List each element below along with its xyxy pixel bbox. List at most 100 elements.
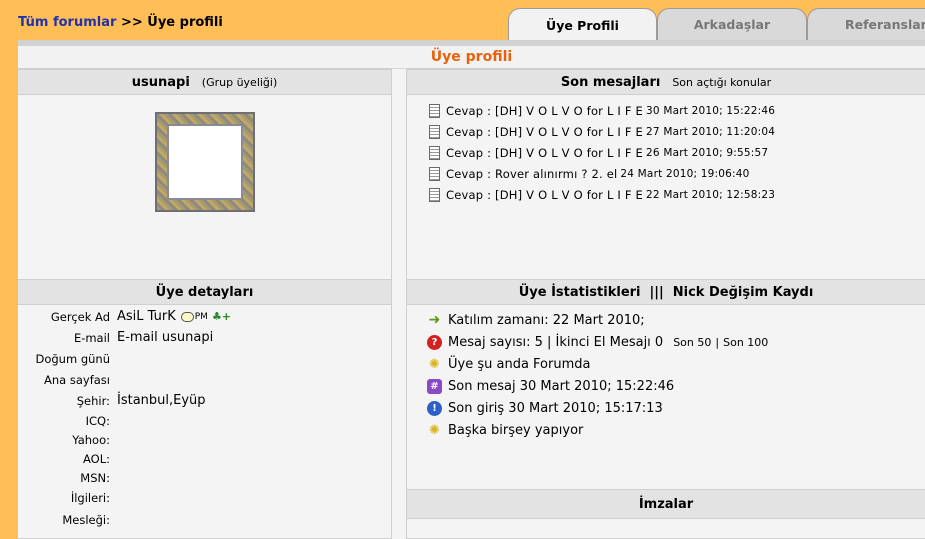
panel-title: Üye profili [18, 46, 925, 69]
details-row-real-name: Gerçek Ad AsiL TurK PM ♣+ [18, 306, 391, 327]
last-50-link[interactable]: Son 50 [673, 336, 711, 349]
document-icon [429, 145, 440, 160]
message-date: 27 Mart 2010; 11:20:04 [646, 125, 776, 138]
stat-last-login: ! Son giriş 30 Mart 2010; 15:17:13 [427, 397, 768, 419]
details-label: ICQ: [85, 413, 110, 428]
lightbulb-icon: ✺ [429, 356, 440, 372]
details-label: Doğum günü [35, 351, 110, 366]
message-date: 30 Mart 2010; 15:22:46 [646, 104, 776, 117]
details-label: E-mail [73, 330, 110, 345]
add-friend-icon[interactable]: ♣+ [212, 310, 231, 323]
document-icon [429, 187, 440, 202]
left-column: usunapi (Grup üyeliği) Üye detayları Ger… [18, 68, 392, 539]
opened-topics-link[interactable]: Son açtığı konular [672, 76, 771, 89]
email-link[interactable]: E-mail usunapi [117, 330, 213, 345]
list-item[interactable]: Cevap : [DH] V O L V O for L I F E 26 Ma… [429, 142, 775, 163]
signatures-title: İmzalar [638, 496, 694, 512]
info-icon: ! [427, 400, 442, 416]
details-row-occupation: Mesleği: [18, 509, 391, 531]
tab-referanslar[interactable]: Referanslar [807, 8, 925, 40]
message-link[interactable]: Cevap : Rover alınırmı ? 2. el [446, 167, 617, 181]
breadcrumb: Tüm forumlar >> Üye profili [18, 15, 223, 30]
message-link[interactable]: Cevap : [DH] V O L V O for L I F E [446, 125, 643, 139]
stat-activity-text: Başka birşey yapıyor [448, 422, 584, 438]
hash-icon: # [427, 378, 442, 394]
lightbulb-icon: ✺ [429, 422, 440, 438]
details-label: Ana sayfası [44, 372, 110, 387]
document-icon [429, 124, 440, 139]
avatar-image-area [167, 124, 243, 200]
messages-title: Son mesajları [560, 74, 661, 90]
stat-last-message-text: Son mesaj 30 Mart 2010; 15:22:46 [448, 378, 675, 394]
tab-uye-profili[interactable]: Üye Profili [508, 8, 657, 41]
details-row-msn: MSN: [18, 468, 391, 487]
stats-header-separator: ||| [649, 284, 664, 300]
details-value: AsiL TurK PM ♣+ [117, 309, 231, 324]
send-pm-icon[interactable]: PM [180, 311, 208, 322]
signatures-header: İmzalar [407, 489, 925, 519]
stat-joined-text: Katılım zamanı: 22 Mart 2010; [448, 312, 645, 328]
stat-message-count: ? Mesaj sayısı: 5 | İkinci El Mesajı 0 S… [427, 331, 768, 353]
list-item[interactable]: Cevap : [DH] V O L V O for L I F E 22 Ma… [429, 184, 775, 205]
details-row-email: E-mail E-mail usunapi [18, 327, 391, 348]
list-item[interactable]: Cevap : Rover alınırmı ? 2. el 24 Mart 2… [429, 163, 775, 184]
message-date: 24 Mart 2010; 19:06:40 [620, 167, 750, 180]
stats-header: Üye İstatistikleri ||| Nick Değişim Kayd… [407, 279, 925, 305]
profile-panel: Üye profili usunapi (Grup üyeliği) Üye d… [18, 40, 925, 539]
stat-online-text: Üye şu anda Forumda [448, 356, 591, 372]
details-row-yahoo: Yahoo: [18, 430, 391, 449]
nick-history-link[interactable]: Nick Değişim Kaydı [673, 285, 814, 300]
stat-last-message: # Son mesaj 30 Mart 2010; 15:22:46 [427, 375, 768, 397]
document-icon [429, 103, 440, 118]
message-link[interactable]: Cevap : [DH] V O L V O for L I F E [446, 188, 643, 202]
details-table: Gerçek Ad AsiL TurK PM ♣+ E-mail E-mail … [18, 306, 391, 531]
list-item[interactable]: Cevap : [DH] V O L V O for L I F E 27 Ma… [429, 121, 775, 142]
details-label: İlgileri: [70, 491, 110, 505]
profile-header: usunapi (Grup üyeliği) [18, 69, 391, 95]
username: usunapi [131, 74, 190, 90]
document-icon [429, 166, 440, 181]
right-column: Son mesajları Son açtığı konular Cevap :… [406, 68, 925, 539]
pm-label: PM [194, 311, 208, 322]
details-label: Mesleği: [62, 513, 110, 527]
stats-list: ➜ Katılım zamanı: 22 Mart 2010; ? Mesaj … [427, 309, 768, 441]
last-links-separator: | [715, 335, 720, 349]
breadcrumb-current: Üye profili [147, 15, 223, 30]
stat-online: ✺ Üye şu anda Forumda [427, 353, 768, 375]
question-icon: ? [427, 334, 442, 350]
details-row-homepage: Ana sayfası [18, 369, 391, 390]
details-row-birthday: Doğum günü [18, 348, 391, 369]
stat-last-login-text: Son giriş 30 Mart 2010; 15:17:13 [448, 400, 663, 416]
message-link[interactable]: Cevap : [DH] V O L V O for L I F E [446, 104, 643, 118]
details-label: Yahoo: [72, 432, 110, 447]
arrow-right-icon: ➜ [428, 312, 441, 328]
group-membership-link[interactable]: (Grup üyeliği) [202, 76, 277, 89]
breadcrumb-root-link[interactable]: Tüm forumlar [18, 15, 116, 30]
details-row-interests: İlgileri: [18, 487, 391, 509]
details-row-icq: ICQ: [18, 411, 391, 430]
details-label: Şehir: [76, 393, 110, 408]
stat-activity: ✺ Başka birşey yapıyor [427, 419, 768, 441]
details-title: Üye detayları [155, 284, 254, 300]
message-date: 22 Mart 2010; 12:58:23 [646, 188, 776, 201]
details-label: Gerçek Ad [50, 309, 110, 324]
breadcrumb-separator: >> [120, 15, 143, 30]
stats-title[interactable]: Üye İstatistikleri [519, 285, 641, 300]
details-value: İstanbul,Eyüp [117, 393, 206, 408]
stat-message-count-text: Mesaj sayısı: 5 | İkinci El Mesajı 0 [448, 334, 664, 350]
tab-arkadaslar[interactable]: Arkadaşlar [657, 8, 807, 40]
details-row-aol: AOL: [18, 449, 391, 468]
messages-header: Son mesajları Son açtığı konular [407, 69, 925, 95]
stat-joined: ➜ Katılım zamanı: 22 Mart 2010; [427, 309, 768, 331]
avatar [155, 112, 255, 212]
message-link[interactable]: Cevap : [DH] V O L V O for L I F E [446, 146, 643, 160]
speech-bubble-icon [180, 311, 194, 322]
details-label: MSN: [80, 470, 110, 485]
messages-list: Cevap : [DH] V O L V O for L I F E 30 Ma… [429, 100, 775, 205]
real-name-value: AsiL TurK [117, 309, 176, 324]
list-item[interactable]: Cevap : [DH] V O L V O for L I F E 30 Ma… [429, 100, 775, 121]
details-label: AOL: [83, 451, 110, 466]
last-100-link[interactable]: Son 100 [723, 336, 768, 349]
details-row-city: Şehir: İstanbul,Eyüp [18, 390, 391, 411]
message-date: 26 Mart 2010; 9:55:57 [646, 146, 769, 159]
